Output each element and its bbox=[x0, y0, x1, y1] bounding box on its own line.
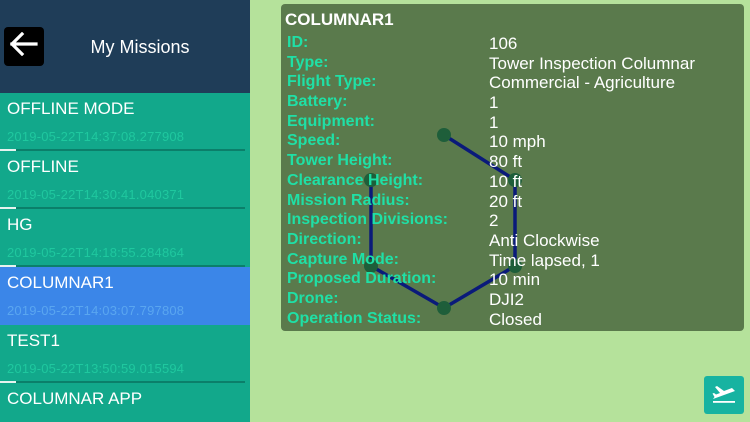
detail-value: 10 mph bbox=[489, 132, 546, 152]
detail-value: Closed bbox=[489, 309, 542, 329]
detail-value: 1 bbox=[489, 112, 499, 132]
detail-row-battery: Battery: 1 bbox=[281, 93, 744, 113]
detail-label: Speed: bbox=[287, 132, 341, 150]
mission-name: HG bbox=[7, 215, 33, 234]
detail-value: 20 ft bbox=[489, 191, 523, 211]
mission-item-selected[interactable]: COLUMNAR1 2019-05-22T14:03:07.797808 bbox=[0, 267, 250, 325]
mission-date: 2019-05-22T14:18:55.284864 bbox=[7, 245, 185, 260]
detail-label: Direction: bbox=[287, 230, 362, 248]
detail-row-tower-height: Tower Height: 80 ft bbox=[281, 152, 744, 172]
detail-value: 106 bbox=[489, 34, 518, 53]
detail-label: Capture Mode: bbox=[287, 250, 399, 268]
detail-label: Drone: bbox=[287, 289, 339, 307]
missions-sidebar: My Missions OFFLINE MODE 2019-05-22T14:3… bbox=[0, 0, 250, 422]
mission-name: OFFLINE bbox=[7, 157, 79, 176]
detail-row-capture-mode: Capture Mode: Time lapsed, 1 bbox=[281, 251, 744, 271]
detail-label: Flight Type: bbox=[287, 73, 377, 91]
detail-label: Tower Height: bbox=[287, 152, 393, 170]
mission-name: COLUMNAR1 bbox=[7, 273, 114, 292]
sidebar-title: My Missions bbox=[90, 37, 190, 57]
detail-value: 1 bbox=[489, 93, 499, 113]
mission-list: OFFLINE MODE 2019-05-22T14:37:08.277908 … bbox=[0, 93, 250, 422]
details-rows: ID: 106 Type: Tower Inspection Columnar Fl… bbox=[281, 34, 744, 329]
detail-value: 80 ft bbox=[489, 152, 523, 172]
detail-value: Anti Clockwise bbox=[489, 230, 600, 250]
detail-label: Mission Radius: bbox=[287, 191, 410, 209]
detail-value: 2 bbox=[489, 211, 499, 231]
detail-row-speed: Speed: 10 mph bbox=[281, 132, 744, 152]
mission-item[interactable]: TEST1 2019-05-22T13:50:59.015594 bbox=[0, 325, 250, 383]
detail-value: Commercial - Agriculture bbox=[489, 73, 676, 93]
detail-label: Equipment: bbox=[287, 112, 375, 130]
mission-date: 2019-05-22T14:30:41.040371 bbox=[7, 187, 185, 202]
fly-mission-button[interactable] bbox=[704, 376, 744, 414]
back-button[interactable] bbox=[4, 27, 44, 66]
mission-details-panel: COLUMNAR1 ID: 106 Type: Tower Inspection C… bbox=[281, 4, 744, 331]
detail-label: Operation Status: bbox=[287, 309, 422, 327]
detail-row-equipment: Equipment: 1 bbox=[281, 113, 744, 133]
detail-row-flight-type: Flight Type: Commercial - Agriculture bbox=[281, 73, 744, 93]
detail-row-type: Type: Tower Inspection Columnar bbox=[281, 54, 744, 74]
detail-row-inspection-divisions: Inspection Divisions: 2 bbox=[281, 211, 744, 231]
mission-item[interactable]: OFFLINE MODE 2019-05-22T14:37:08.277908 bbox=[0, 93, 250, 151]
detail-label: Inspection Divisions: bbox=[287, 211, 448, 229]
detail-row-mission-radius: Mission Radius: 20 ft bbox=[281, 192, 744, 212]
detail-label: Type: bbox=[287, 53, 329, 71]
mission-name: OFFLINE MODE bbox=[7, 99, 135, 118]
detail-label: Proposed Duration: bbox=[287, 270, 437, 288]
mission-date: 2019-05-22T13:50:59.015594 bbox=[7, 361, 185, 376]
detail-row-proposed-duration: Proposed Duration: 10 min bbox=[281, 270, 744, 290]
mission-item[interactable]: HG 2019-05-22T14:18:55.284864 bbox=[0, 209, 250, 267]
detail-value: DJI2 bbox=[489, 289, 524, 309]
mission-name: COLUMNAR APP bbox=[7, 389, 143, 408]
detail-row-drone: Drone: DJI2 bbox=[281, 290, 744, 310]
mission-name: TEST1 bbox=[7, 331, 60, 350]
detail-row-id: ID: 106 bbox=[281, 34, 744, 54]
detail-row-clearance-height: Clearance Height: 10 ft bbox=[281, 172, 744, 192]
detail-value: Tower Inspection Columnar bbox=[489, 53, 695, 73]
detail-value: 10 ft bbox=[489, 171, 523, 191]
detail-value: 10 min bbox=[489, 270, 541, 290]
sidebar-header: My Missions bbox=[0, 0, 250, 93]
detail-row-operation-status: Operation Status: Closed bbox=[281, 310, 744, 330]
mission-date: 2019-05-22T14:37:08.277908 bbox=[7, 129, 185, 144]
mission-item[interactable]: COLUMNAR APP bbox=[0, 383, 250, 422]
detail-label: Battery: bbox=[287, 93, 348, 111]
detail-value: Time lapsed, 1 bbox=[489, 250, 600, 270]
detail-label: Clearance Height: bbox=[287, 171, 424, 189]
mission-item[interactable]: OFFLINE 2019-05-22T14:30:41.040371 bbox=[0, 151, 250, 209]
mission-date: 2019-05-22T14:03:07.797808 bbox=[7, 303, 185, 318]
details-title: COLUMNAR1 bbox=[285, 10, 394, 29]
airplane-icon bbox=[711, 382, 737, 409]
detail-label: ID: bbox=[287, 34, 309, 51]
arrow-left-icon bbox=[9, 31, 38, 61]
detail-row-direction: Direction: Anti Clockwise bbox=[281, 231, 744, 251]
